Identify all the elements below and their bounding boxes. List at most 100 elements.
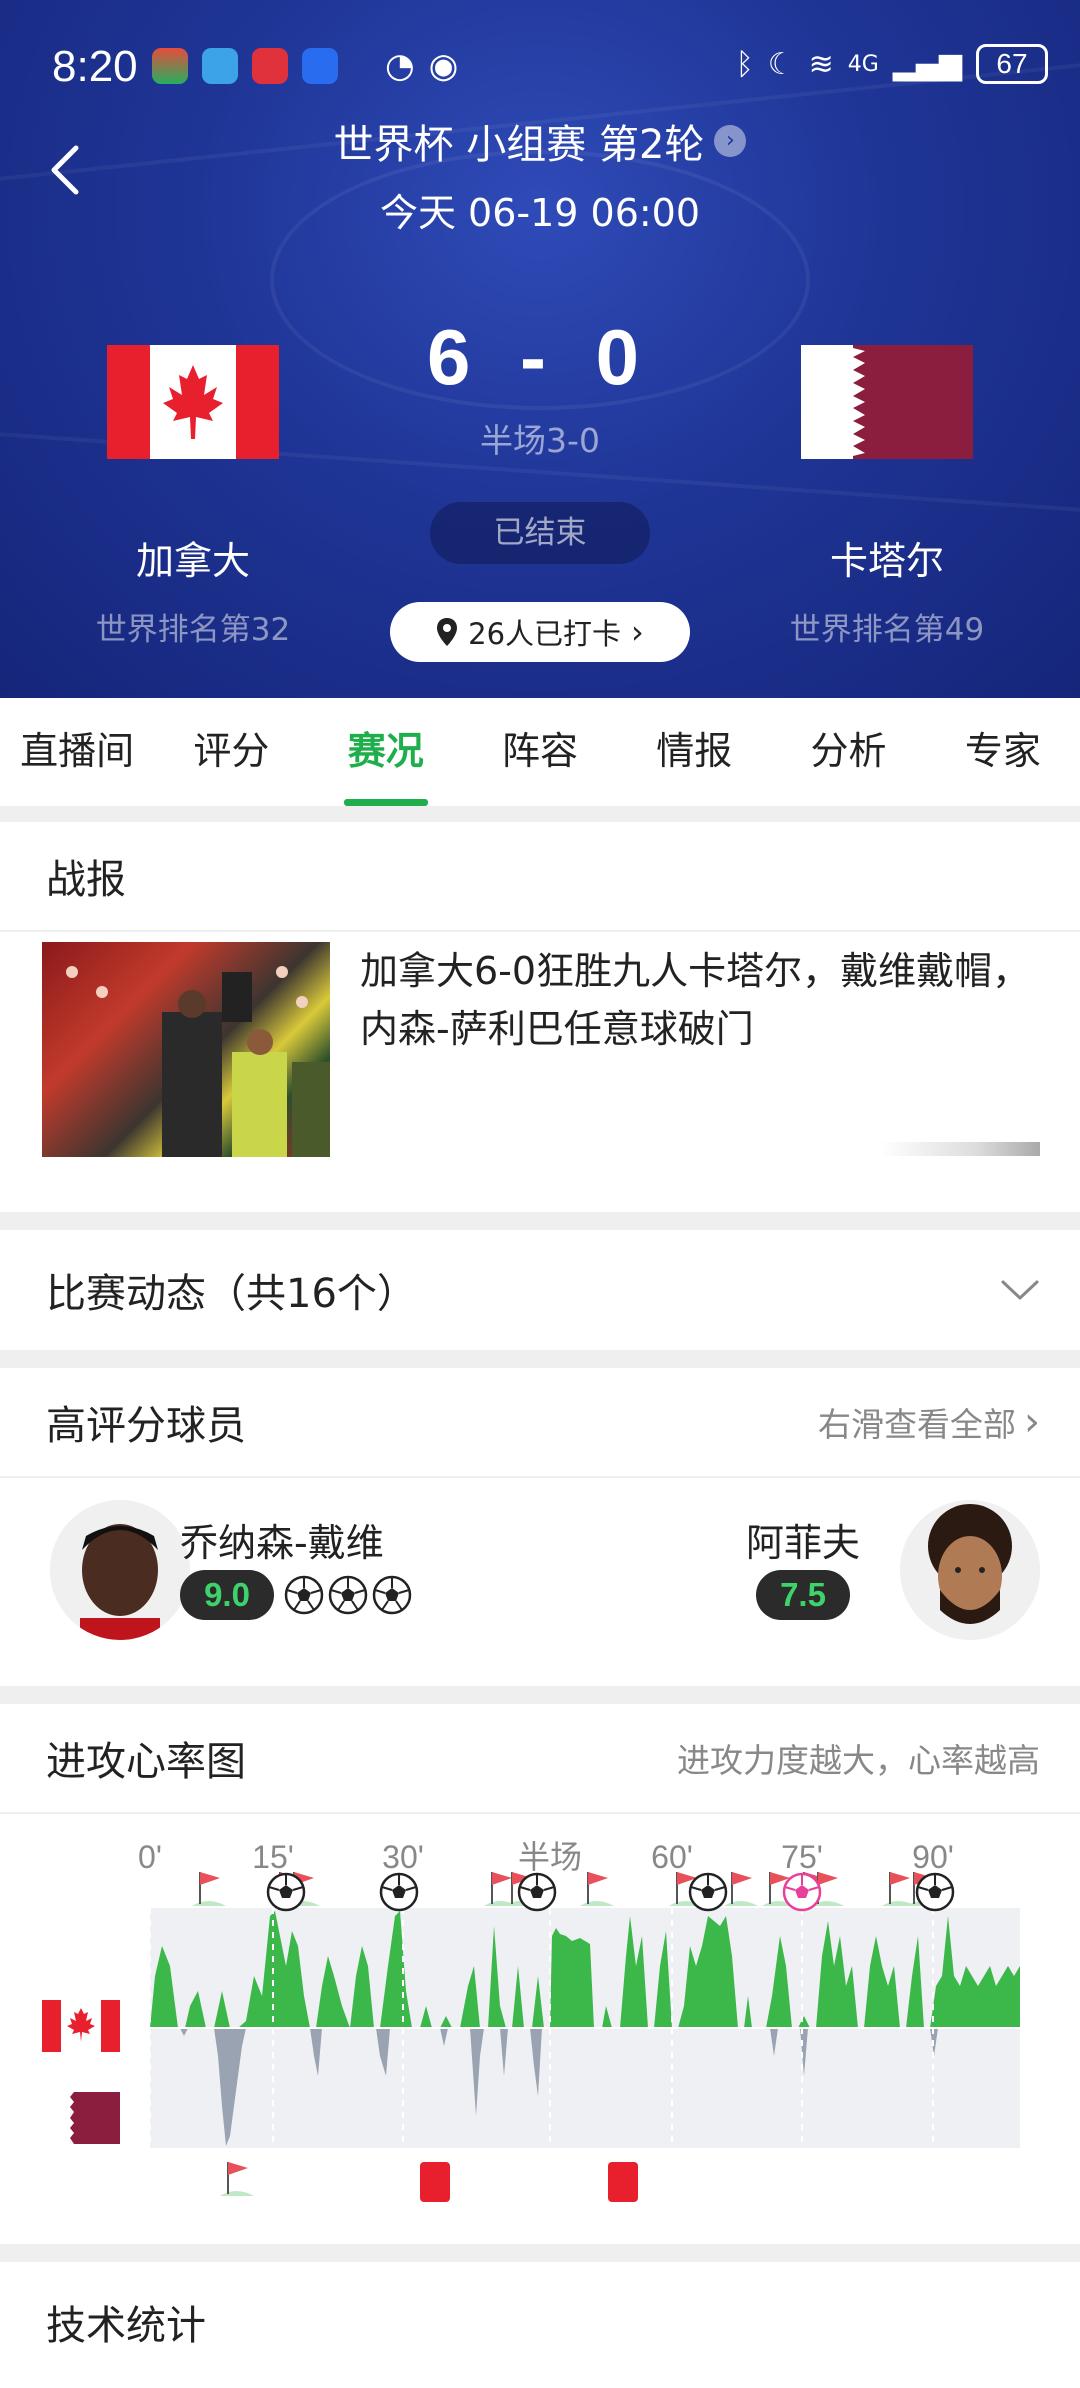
goal-icon [517, 1872, 557, 1912]
momentum-header: 进攻心率图 进攻力度越大，心率越高 [0, 1704, 1080, 1814]
tab-ratings[interactable]: 评分 [154, 698, 308, 806]
checkin-label: 26人已打卡 [468, 617, 622, 651]
tab-experts[interactable]: 专家 [926, 698, 1080, 806]
rating-badge: 7.5 [756, 1570, 850, 1620]
status-time: 8:20 [52, 42, 138, 91]
away-top-player[interactable]: 阿菲夫 7.5 [560, 1500, 1040, 1640]
status-right: ᛒ ☾ ≋ 4G ▂▄▆ 67 [736, 44, 1048, 84]
away-team-rank: 世界排名第49 [789, 612, 985, 648]
player-name: 乔纳森-戴维 [180, 1521, 384, 1565]
away-flag-small [64, 2092, 120, 2144]
rating-badge: 9.0 [180, 1570, 274, 1620]
moon-icon: ☾ [767, 46, 795, 82]
system-icons: ◔ ◉ [385, 46, 458, 86]
stats-card: 技术统计 [0, 2262, 1080, 2388]
tab-bar: 直播间 评分 赛况 阵容 情报 分析 专家 [0, 698, 1080, 806]
tab-live[interactable]: 直播间 [0, 698, 154, 806]
status-bar: 8:20 ◔ ◉ ᛒ ☾ ≋ 4G ▂▄▆ 67 [0, 40, 1080, 96]
chevron-down-icon [1001, 1280, 1039, 1300]
corner-flag-icon [192, 1872, 226, 1906]
away-team-name[interactable]: 卡塔尔 [737, 530, 1037, 585]
app-icon [302, 48, 338, 84]
report-title: 战报 [46, 857, 126, 903]
momentum-card: 进攻心率图 进攻力度越大，心率越高 0' 15' 30' 半场 60' 75' … [0, 1704, 1080, 2244]
home-events [192, 1872, 955, 1912]
home-team-rank: 世界排名第32 [95, 612, 291, 648]
match-header: 8:20 ◔ ◉ ᛒ ☾ ≋ 4G ▂▄▆ 67 世界杯 小组赛 第2轮 › 今… [0, 0, 1080, 698]
eye-icon: ◉ [428, 46, 459, 86]
tick-label: 15' [252, 1839, 294, 1875]
soccer-ball-icon [372, 1575, 412, 1615]
tab-lineup[interactable]: 阵容 [463, 698, 617, 806]
events-card[interactable]: 比赛动态（共16个） [0, 1230, 1080, 1350]
avatar [900, 1500, 1040, 1640]
chevron-right-icon: › [714, 125, 747, 157]
player-rating-row: 9.0 [180, 1570, 412, 1620]
wifi-icon: ≋ [808, 46, 834, 82]
tick-label: 30' [382, 1839, 424, 1875]
tab-match-events[interactable]: 赛况 [309, 698, 463, 806]
app-icon [202, 48, 238, 84]
events-title: 比赛动态（共16个） [46, 1271, 417, 1317]
halftime-score: 半场3-0 [480, 421, 600, 460]
top-players-title: 高评分球员 [46, 1403, 246, 1449]
corner-flag-icon [220, 2162, 254, 2196]
signal-icon: ▂▄▆ [892, 46, 962, 82]
momentum-hint: 进攻力度越大，心率越高 [677, 1741, 1040, 1780]
momentum-title: 进攻心率图 [46, 1739, 246, 1785]
soccer-ball-icon [328, 1575, 368, 1615]
app-icon [252, 48, 288, 84]
app-icon [152, 48, 188, 84]
goal-icon [379, 1872, 419, 1912]
battery-icon: 67 [976, 44, 1048, 84]
view-all-label: 右滑查看全部 [818, 1405, 1016, 1444]
checkin-button[interactable]: 26人已打卡 › [390, 602, 690, 662]
goal-icon [915, 1872, 955, 1912]
home-flag-small [42, 2000, 120, 2052]
momentum-chart: 0' 15' 30' 半场 60' 75' 90' [0, 1816, 1080, 2256]
tick-label: 60' [651, 1839, 693, 1875]
news-meta-bar [880, 1142, 1040, 1156]
momentum-svg: 0' 15' 30' 半场 60' 75' 90' [42, 1838, 1020, 2202]
tick-label: 0' [138, 1839, 162, 1875]
goal-icon [782, 1872, 822, 1912]
data-saver-icon: ◔ [385, 46, 415, 86]
goal-icon [688, 1872, 728, 1912]
stats-header: 技术统计 [0, 2262, 1080, 2382]
match-datetime: 今天 06-19 06:00 [379, 191, 701, 235]
bluetooth-icon: ᛒ [735, 46, 754, 82]
tick-label: 90' [912, 1839, 954, 1875]
player-name: 阿菲夫 [745, 1521, 860, 1565]
corner-flag-icon [724, 1872, 758, 1906]
avatar [50, 1500, 190, 1640]
events-header[interactable]: 比赛动态（共16个） [0, 1230, 1080, 1350]
news-headline: 加拿大6-0狂胜九人卡塔尔，戴维戴帽，内森-萨利巴任意球破门 [360, 949, 1031, 1051]
tab-analysis[interactable]: 分析 [771, 698, 925, 806]
goals-row [284, 1575, 412, 1615]
tick-label: 半场 [518, 1838, 582, 1876]
goal-icon [266, 1872, 306, 1912]
home-top-player[interactable]: 乔纳森-戴维 9.0 [50, 1500, 510, 1640]
tick-label: 75' [781, 1839, 823, 1875]
report-header: 战报 [0, 822, 1080, 932]
chevron-right-icon: › [631, 613, 644, 651]
location-pin-icon [437, 618, 458, 646]
news-item[interactable]: 加拿大6-0狂胜九人卡塔尔，戴维戴帽，内森-萨利巴任意球破门 [0, 942, 1080, 1157]
notification-icons [152, 48, 338, 84]
qatar-flag [801, 345, 973, 459]
competition-title[interactable]: 世界杯 小组赛 第2轮 › [334, 112, 747, 170]
soccer-ball-icon [284, 1575, 324, 1615]
top-players-header[interactable]: 高评分球员 右滑查看全部 › [0, 1368, 1080, 1478]
red-card-icon [608, 2162, 638, 2202]
chevron-right-icon: › [1024, 1399, 1040, 1445]
corner-flag-icon [882, 1872, 916, 1906]
match-score: 6 - 0 [426, 313, 654, 401]
red-card-icon [420, 2162, 450, 2202]
signal-icon: 4G [847, 51, 879, 77]
match-status-badge: 已结束 [430, 502, 650, 564]
home-team-name[interactable]: 加拿大 [43, 530, 343, 585]
competition-label: 世界杯 小组赛 第2轮 [333, 122, 705, 168]
view-all-link[interactable]: 右滑查看全部 › [818, 1398, 1040, 1446]
away-events [220, 2162, 638, 2202]
tab-intel[interactable]: 情报 [617, 698, 771, 806]
